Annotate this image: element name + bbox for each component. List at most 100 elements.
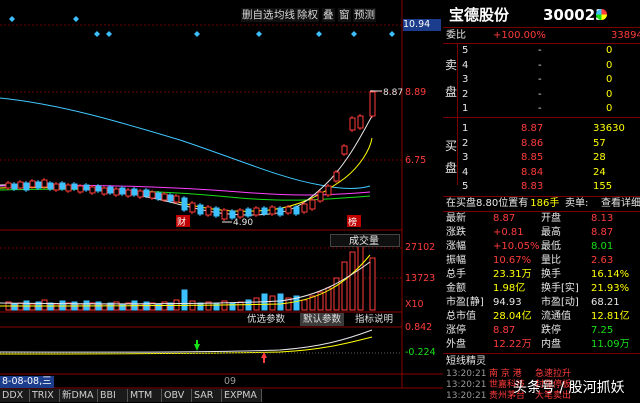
stock-name: 宝德股份 — [449, 6, 510, 24]
bid-vol: 155 — [593, 181, 613, 193]
volume-bar — [155, 303, 162, 311]
candle-body — [41, 179, 48, 188]
candle-body — [261, 207, 268, 215]
stat-rv: 8.13 — [591, 213, 614, 224]
candle-body — [277, 207, 284, 216]
volume-axis-mid: 13723 — [405, 273, 436, 284]
candle-tag-2: 财 — [177, 216, 186, 228]
indicator-tab-2[interactable]: 新DMA — [60, 389, 98, 402]
stat-v: 1.98亿 — [493, 283, 526, 294]
optimize-params-button[interactable]: 优选参数 — [244, 313, 288, 326]
candle-body — [189, 202, 196, 213]
ask-vol: 0 — [606, 45, 613, 56]
stat-v: 12.22万 — [493, 339, 532, 350]
weibi-value: +100.00% — [493, 30, 546, 41]
candle-body — [317, 191, 324, 202]
news-title[interactable]: 短线精灵 — [446, 355, 486, 368]
volume-bar — [29, 303, 36, 311]
candle-body — [143, 189, 150, 197]
indicator-tab-6[interactable]: SAR — [192, 389, 222, 402]
stat-v: 8.87 — [493, 213, 516, 224]
default-params-button[interactable]: 默认参数 — [300, 313, 345, 326]
stat-rv: 68.21 — [591, 297, 620, 308]
indicator-tab-5[interactable]: OBV — [162, 389, 192, 402]
candle-body — [65, 184, 72, 192]
bid-price: 8.87 — [521, 123, 544, 134]
price-axis-top: 10.94 — [403, 19, 441, 31]
bid-price: 8.84 — [521, 166, 544, 178]
indicator-help-button[interactable]: 指标说明 — [352, 313, 396, 326]
stat-r: 最高 — [541, 227, 561, 238]
indicator-tab-3[interactable]: BBI — [98, 389, 128, 402]
toolbar-item-2[interactable]: 除权 — [296, 8, 319, 22]
stat-v: +0.81 — [493, 227, 524, 238]
volume-bar — [17, 302, 24, 311]
candle-body — [89, 186, 96, 194]
sell-queue-label: 卖单: — [565, 198, 589, 209]
ask-vol: 0 — [606, 74, 613, 85]
ask-vol: 0 — [606, 88, 613, 100]
candle-body — [119, 187, 126, 195]
bid-vol: 33630 — [593, 123, 625, 134]
indicator-tab-4[interactable]: MTM — [128, 389, 162, 402]
stat-l: 涨跌 — [446, 227, 466, 238]
indicator-tab-7[interactable]: EXPMA — [222, 389, 262, 402]
stat-rv: 2.63 — [591, 255, 614, 266]
stat-rv: 11.09万 — [591, 339, 630, 350]
volume-bar — [41, 299, 48, 311]
candle-body — [333, 171, 340, 182]
bid-level: 3 — [462, 152, 469, 164]
volume-tab[interactable]: 成交量 — [330, 234, 400, 247]
candle-body — [349, 117, 356, 131]
stat-l: 总手 — [446, 269, 466, 280]
stat-rv: 8.87 — [591, 227, 614, 238]
ask-level: 3 — [462, 74, 469, 85]
candle-body — [35, 181, 42, 189]
volume-bar — [101, 303, 108, 311]
toolbar-item-3[interactable]: 叠 — [322, 8, 335, 22]
stat-v: +10.05% — [493, 241, 540, 252]
volume-axis-top: 27102 — [405, 242, 436, 253]
indicator-tab-0[interactable]: DDX — [0, 389, 30, 402]
candle-body — [5, 182, 12, 189]
view-detail-link[interactable]: 查看详细 — [601, 197, 640, 210]
sell-side-label-2: 盘 — [445, 85, 458, 99]
stat-rv: 12.81亿 — [591, 311, 630, 322]
volume-bar — [197, 302, 204, 311]
candle-body — [53, 183, 60, 191]
toolbar-item-4[interactable]: 窗 — [338, 8, 351, 22]
toolbar-item-1[interactable]: 均线 — [273, 8, 296, 22]
stat-rv: 21.93% — [591, 283, 630, 294]
volume-bar — [77, 303, 84, 311]
ask-price: - — [538, 45, 542, 56]
stat-v: 94.93 — [493, 297, 522, 308]
stat-v: 28.04亿 — [493, 311, 532, 322]
stat-r: 市盈[动] — [541, 297, 579, 308]
stat-l: 市盈[静] — [446, 297, 484, 308]
indicator-tab-1[interactable]: TRIX — [30, 389, 60, 402]
weibi-label: 委比 — [446, 30, 466, 41]
candle-body — [107, 186, 114, 194]
buy-queue-row[interactable]: 在买盘8.80位置有 186手 — [446, 197, 559, 210]
toolbar-item-5[interactable]: 预测 — [353, 8, 376, 22]
month-label: 09 — [224, 376, 237, 387]
stat-v: 8.87 — [493, 325, 516, 336]
toolbar-item-0[interactable]: 删自选 — [241, 8, 275, 22]
candle-body — [101, 187, 108, 195]
quote-panel: 宝德股份 300023 委比 +100.00% 33894 卖 盘 5-04-0… — [443, 0, 640, 403]
volume-bar — [11, 303, 18, 311]
news-time[interactable]: 13:20:21 — [446, 390, 486, 403]
bid-price: 8.85 — [521, 152, 544, 164]
volume-bar — [269, 295, 276, 311]
candle-body — [95, 185, 102, 192]
candle-body — [17, 181, 24, 189]
candle-body — [125, 189, 132, 197]
volume-bar — [357, 243, 364, 311]
candle-body — [23, 182, 30, 191]
candle-body — [113, 188, 120, 196]
sell-side-label: 卖 — [445, 58, 458, 72]
stat-r: 开盘 — [541, 213, 561, 224]
globe-icon[interactable] — [596, 9, 607, 20]
candle-body — [137, 190, 144, 198]
volume-bar — [349, 251, 356, 311]
